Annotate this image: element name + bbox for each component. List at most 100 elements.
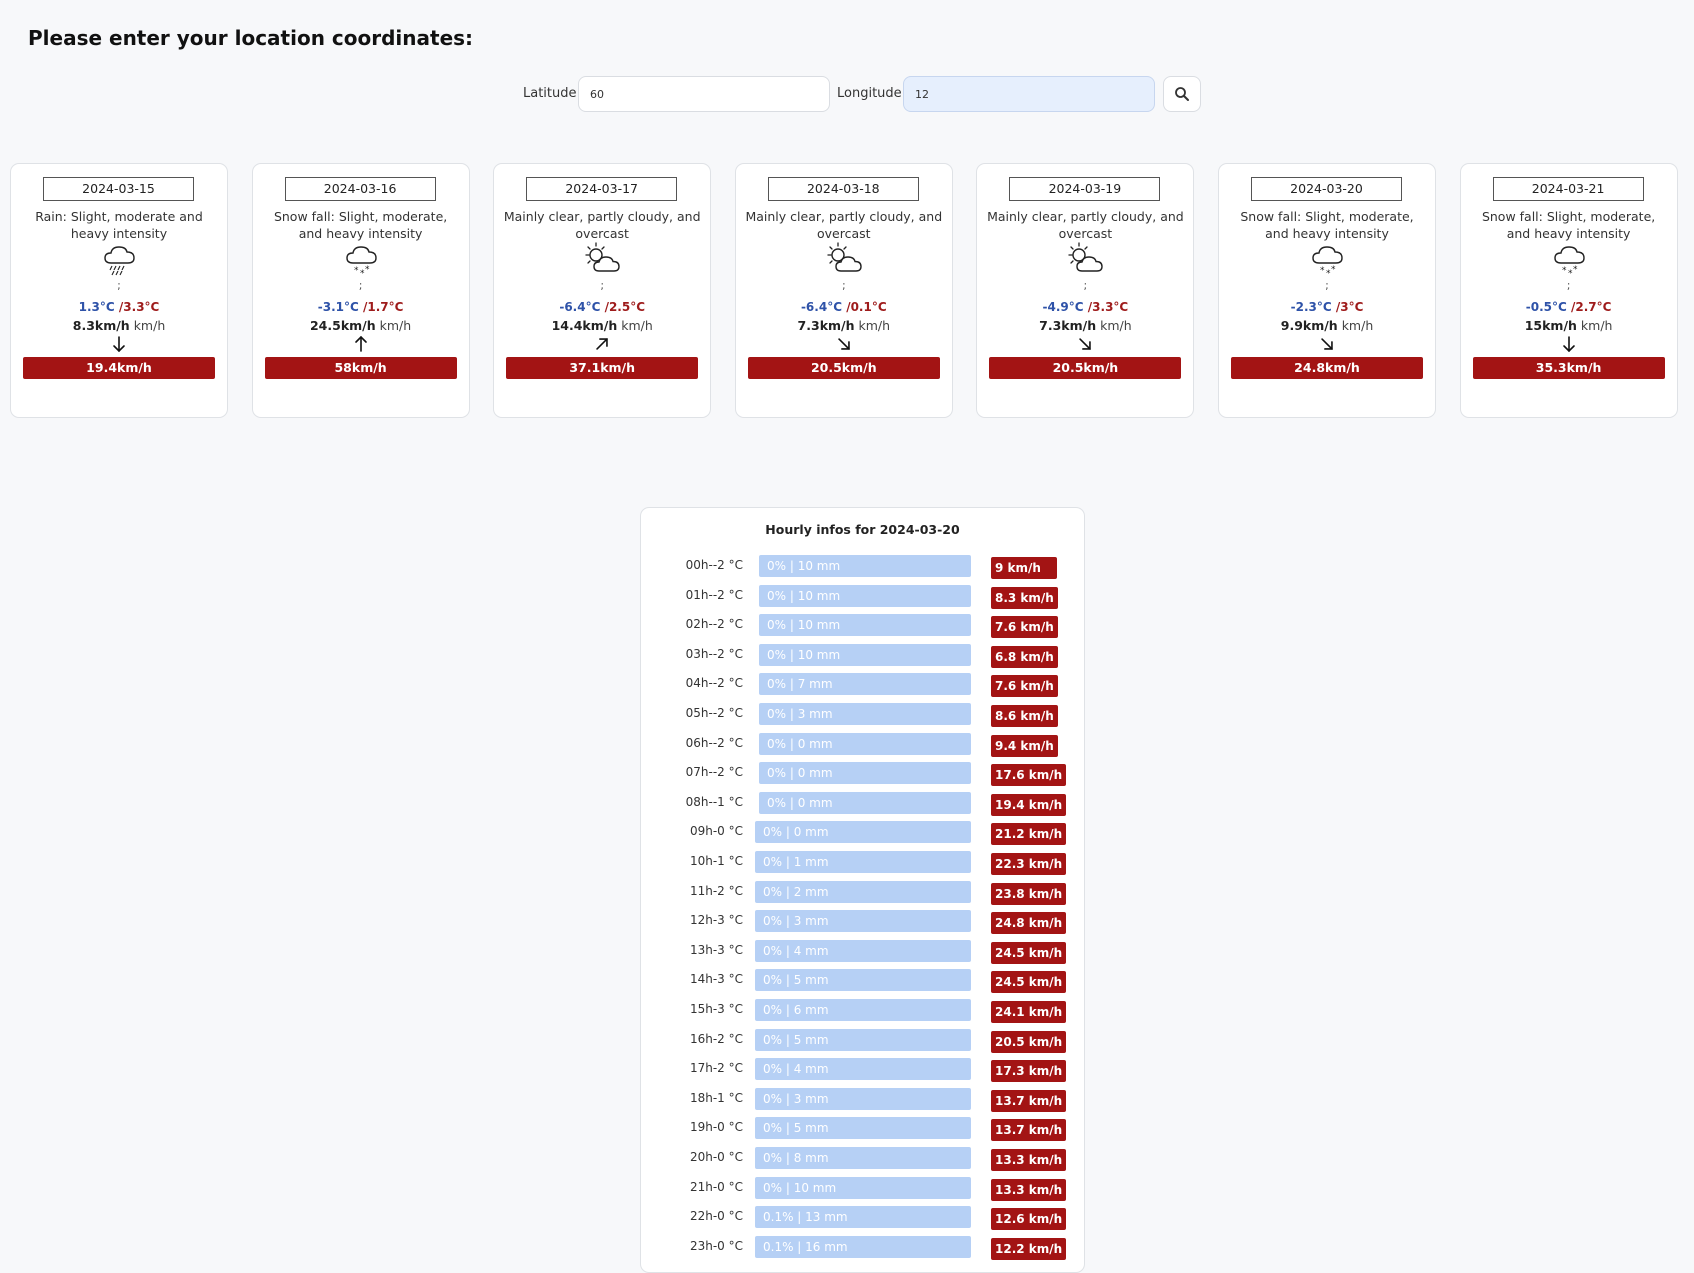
latitude-label: Latitude : (523, 86, 586, 101)
hour-wind-badge: 24.5 km/h (991, 941, 1067, 964)
search-icon (1175, 87, 1189, 101)
weather-description: Snow fall: Slight, moderate, and heavy i… (1481, 209, 1656, 241)
hour-label: 03h--2 °C (685, 646, 743, 661)
hour-label: 22h-0 °C (689, 1209, 743, 1224)
hour-label: 14h-3 °C (689, 972, 743, 987)
day-card[interactable]: 2024-03-16 Snow fall: Slight, moderate, a… (251, 163, 470, 418)
hourly-row: 10h-1 °C 0% | 1 mm 22.3 km/h (641, 851, 1084, 875)
longitude-input[interactable] (903, 76, 1155, 112)
temp-min: -6.4°C (800, 300, 842, 314)
wind-unit: km/h (1100, 318, 1132, 333)
hour-label: 15h-3 °C (689, 1002, 743, 1016)
hour-wind-badge: 12.6 km/h (991, 1208, 1067, 1231)
temp-max: /1.7°C (362, 300, 404, 314)
wind-direction-arrow-down-right-icon (1079, 338, 1092, 350)
hourly-row: 09h-0 °C 0% | 0 mm 21.2 km/h (641, 821, 1084, 846)
separator: ; (117, 279, 121, 292)
temp-min: 1.3°C (78, 300, 115, 314)
temp-min: -4.9°C (1042, 300, 1084, 314)
coordinates-form: Latitude : Longitude : (0, 76, 1694, 112)
day-date: 2024-03-16 (284, 177, 436, 201)
temp-min: -6.4°C (559, 300, 601, 314)
wind-value: 15km/h (1524, 318, 1577, 333)
weather-description: Snow fall: Slight, moderate, and heavy i… (273, 209, 448, 241)
hourly-row: 22h-0 °C 0.1% | 13 mm 12.6 km/h (641, 1206, 1084, 1231)
wind-value: 8.3km/h (72, 318, 130, 333)
wind-gust-badge: 20.5km/h (989, 357, 1182, 379)
temperature-range: -3.1°C /1.7°C (253, 300, 469, 314)
temp-max: /3.3°C (1087, 300, 1129, 314)
longitude-label: Longitude : (837, 86, 911, 101)
separator: ; (841, 279, 846, 292)
precipitation-bar: 0% | 10 mm (755, 1176, 971, 1199)
temperature-range: -6.4°C /2.5°C (494, 300, 710, 314)
partly-cloudy-icon (585, 242, 620, 272)
day-card[interactable]: 2024-03-17 Mainly clear, partly cloudy, a… (493, 163, 712, 418)
separator: ; (600, 279, 605, 292)
wind-unit: km/h (858, 318, 891, 333)
snow-icon: * * * (345, 246, 377, 277)
hour-label: 10h-1 °C (689, 854, 743, 868)
day-card[interactable]: 2024-03-19 Mainly clear, partly cloudy, a… (976, 163, 1195, 418)
hourly-row: 07h--2 °C 0% | 0 mm 17.6 km/h (641, 762, 1084, 787)
hourly-row: 23h-0 °C 0.1% | 16 mm 12.2 km/h (641, 1235, 1084, 1260)
precipitation-bar: 0.1% | 16 mm (755, 1235, 971, 1258)
day-card[interactable]: 2024-03-21 Snow fall: Slight, moderate, a… (1459, 163, 1678, 418)
wind-value: 14.4km/h (551, 318, 618, 333)
temperature-range: 1.3°C /3.3°C (11, 300, 227, 314)
weather-description: Mainly clear, partly cloudy, and overcas… (745, 209, 943, 241)
hour-label: 12h-3 °C (689, 913, 743, 928)
hour-label: 07h--2 °C (685, 765, 743, 780)
wind-gust-badge: 19.4km/h (23, 357, 215, 379)
hour-wind-badge: 8.3 km/h (991, 586, 1058, 609)
hourly-row: 13h-3 °C 0% | 4 mm 24.5 km/h (641, 939, 1084, 964)
latitude-input[interactable] (578, 76, 830, 112)
hourly-row: 15h-3 °C 0% | 6 mm 24.1 km/h (641, 999, 1084, 1023)
day-date: 2024-03-21 (1492, 177, 1644, 201)
weather-description: Mainly clear, partly cloudy, and overcas… (503, 209, 701, 241)
hourly-panel: Hourly infos for 2024-03-20 00h--2 °C 0% … (640, 507, 1085, 1273)
day-card[interactable]: 2024-03-20 Snow fall: Slight, moderate, a… (1218, 163, 1436, 418)
day-card[interactable]: 2024-03-18 Mainly clear, partly cloudy, a… (734, 163, 953, 418)
hour-label: 19h-0 °C (689, 1120, 743, 1135)
hourly-row: 03h--2 °C 0% | 10 mm 6.8 km/h (641, 643, 1084, 668)
weather-description: Rain: Slight, moderate and heavy intensi… (35, 209, 203, 241)
hourly-row: 06h--2 °C 0% | 0 mm 9.4 km/h (641, 732, 1084, 757)
hour-wind-badge: 9.4 km/h (991, 734, 1058, 757)
hour-wind-badge: 21.2 km/h (991, 823, 1067, 846)
hour-label: 11h-2 °C (689, 883, 743, 898)
day-date: 2024-03-18 (767, 177, 919, 201)
partly-cloudy-icon (827, 242, 862, 272)
wind-direction-arrow-down-icon (1562, 336, 1575, 353)
temp-max: /3°C (1335, 300, 1364, 314)
wind-direction-arrow-up-icon (354, 335, 367, 352)
hour-wind-badge: 17.6 km/h (991, 764, 1067, 787)
svg-text:*: * (354, 266, 359, 276)
wind-speed: 24.5km/h km/h (253, 318, 469, 333)
hourly-row: 11h-2 °C 0% | 2 mm 23.8 km/h (641, 880, 1084, 905)
precipitation-bar: 0% | 4 mm (755, 1058, 971, 1081)
precipitation-bar: 0% | 4 mm (755, 939, 971, 962)
wind-gust-badge: 58km/h (264, 357, 457, 379)
day-card[interactable]: 2024-03-15 Rain: Slight, moderate and hea… (10, 163, 228, 418)
snow-icon: * * * (1312, 246, 1343, 277)
hourly-row: 02h--2 °C 0% | 10 mm 7.6 km/h (641, 614, 1084, 639)
wind-value: 7.3km/h (797, 318, 855, 333)
hour-wind-badge: 12.2 km/h (991, 1237, 1067, 1260)
separator: ; (1325, 279, 1329, 292)
hour-wind-badge: 23.8 km/h (991, 882, 1067, 905)
wind-direction-arrow-down-right-icon (1321, 338, 1333, 350)
hour-wind-badge: 22.3 km/h (991, 853, 1067, 875)
hour-wind-badge: 20.5 km/h (991, 1030, 1067, 1053)
hour-label: 02h--2 °C (685, 617, 743, 632)
hourly-row: 01h--2 °C 0% | 10 mm 8.3 km/h (641, 584, 1084, 609)
wind-value: 7.3km/h (1039, 318, 1097, 333)
hour-wind-badge: 8.6 km/h (991, 705, 1058, 727)
hourly-row: 20h-0 °C 0% | 8 mm 13.3 km/h (641, 1147, 1084, 1171)
search-button[interactable] (1163, 76, 1201, 112)
temperature-range: -4.9°C /3.3°C (977, 300, 1193, 314)
wind-gust-badge: 20.5km/h (747, 357, 940, 379)
wind-value: 9.9km/h (1280, 318, 1338, 333)
precipitation-bar: 0.1% | 13 mm (755, 1206, 971, 1229)
precipitation-bar: 0% | 7 mm (759, 673, 971, 696)
